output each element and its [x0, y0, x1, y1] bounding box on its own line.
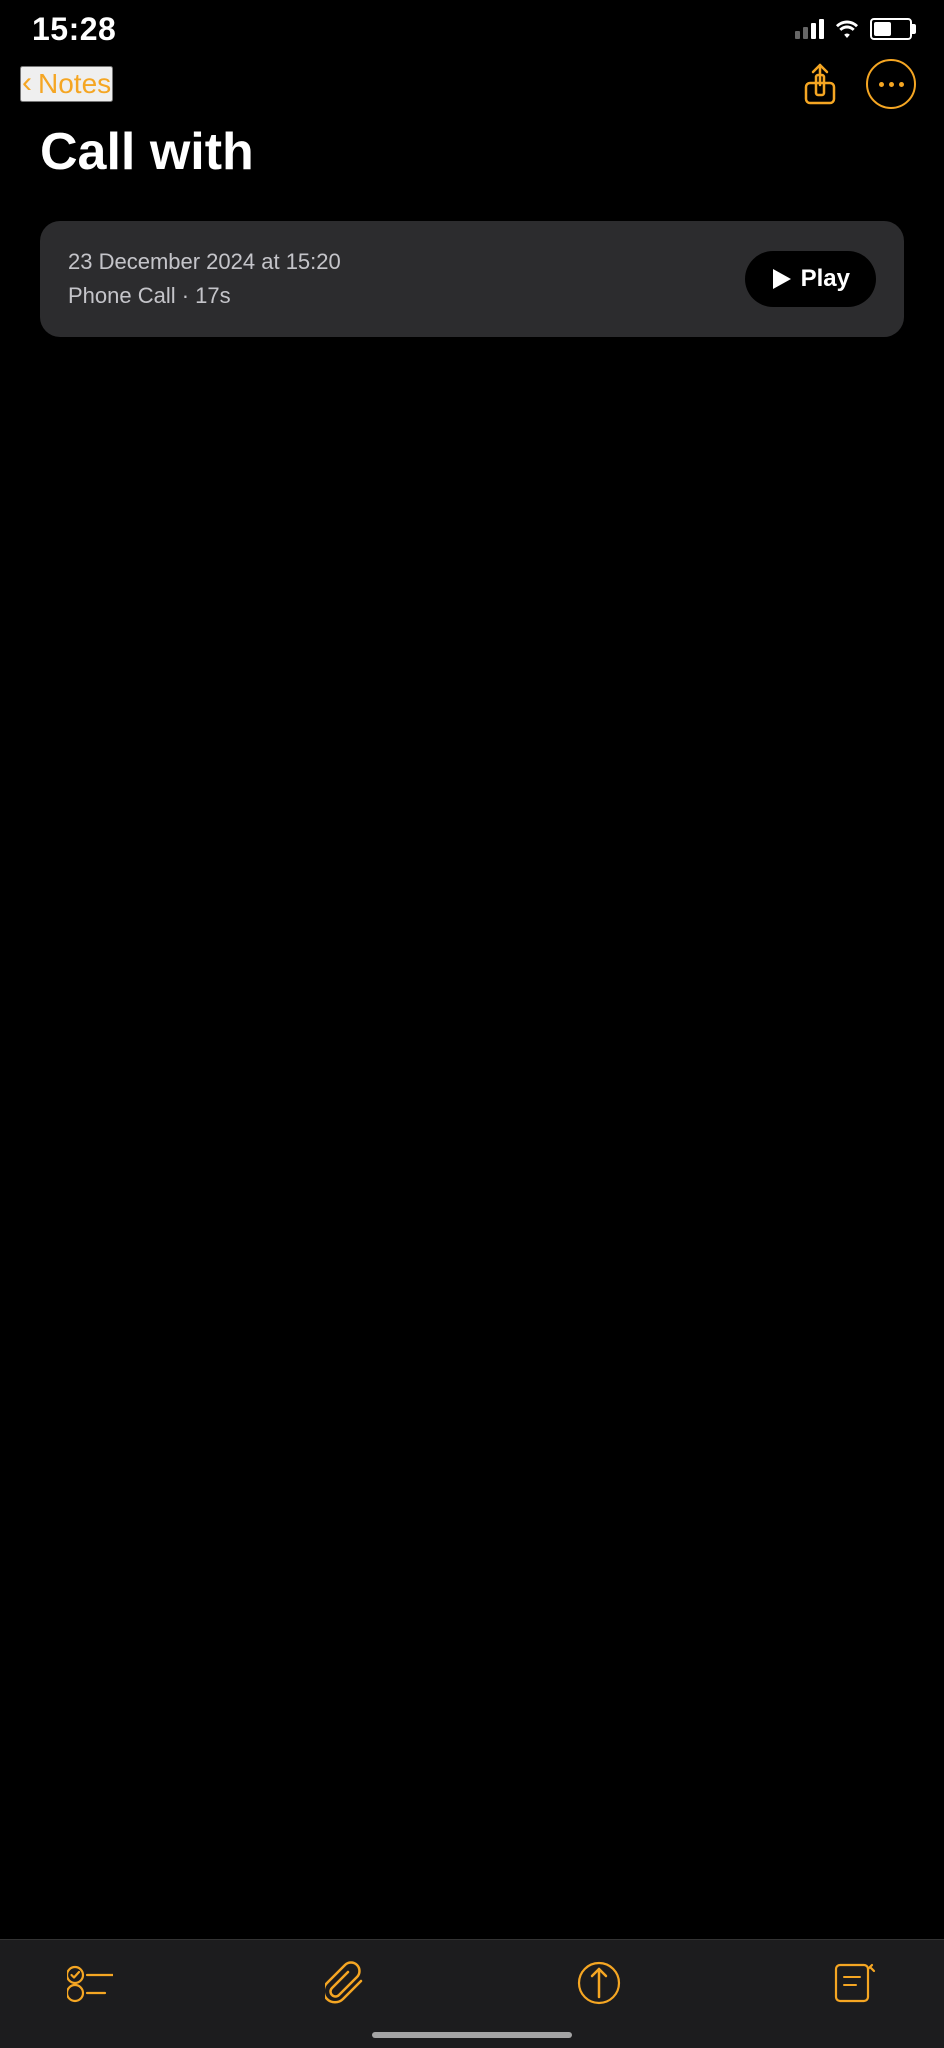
status-bar: 15:28 [0, 0, 944, 54]
play-label: Play [801, 265, 850, 293]
compose-button[interactable] [569, 1958, 629, 2008]
more-button[interactable] [866, 59, 916, 109]
attachment-button[interactable] [315, 1958, 375, 2008]
checklist-button[interactable] [60, 1958, 120, 2008]
share-button[interactable] [798, 62, 842, 106]
share-icon [802, 63, 838, 105]
compose-icon [577, 1961, 621, 2005]
back-label: Notes [38, 68, 111, 100]
nav-bar: ‹ Notes [0, 54, 944, 114]
audio-info: 23 December 2024 at 15:20 Phone Call · 1… [68, 249, 341, 309]
battery-icon [870, 18, 912, 40]
play-button[interactable]: Play [745, 251, 876, 307]
audio-date: 23 December 2024 at 15:20 [68, 249, 341, 275]
play-icon [773, 269, 791, 289]
home-indicator [372, 2032, 572, 2038]
audio-meta: Phone Call · 17s [68, 283, 341, 309]
note-content: Call with 23 December 2024 at 15:20 Phon… [0, 114, 944, 337]
wifi-icon [834, 19, 860, 39]
back-button[interactable]: ‹ Notes [20, 66, 113, 102]
new-note-icon [832, 1961, 876, 2005]
audio-card: 23 December 2024 at 15:20 Phone Call · 1… [40, 221, 904, 337]
nav-actions [798, 59, 916, 109]
checklist-icon [67, 1963, 113, 2003]
attachment-icon [325, 1961, 365, 2005]
more-icon [866, 59, 916, 109]
signal-icon [795, 19, 824, 39]
chevron-left-icon: ‹ [22, 68, 32, 98]
note-title[interactable]: Call with [40, 124, 904, 181]
status-icons [795, 18, 912, 40]
new-note-button[interactable] [824, 1958, 884, 2008]
status-time: 15:28 [32, 11, 116, 48]
